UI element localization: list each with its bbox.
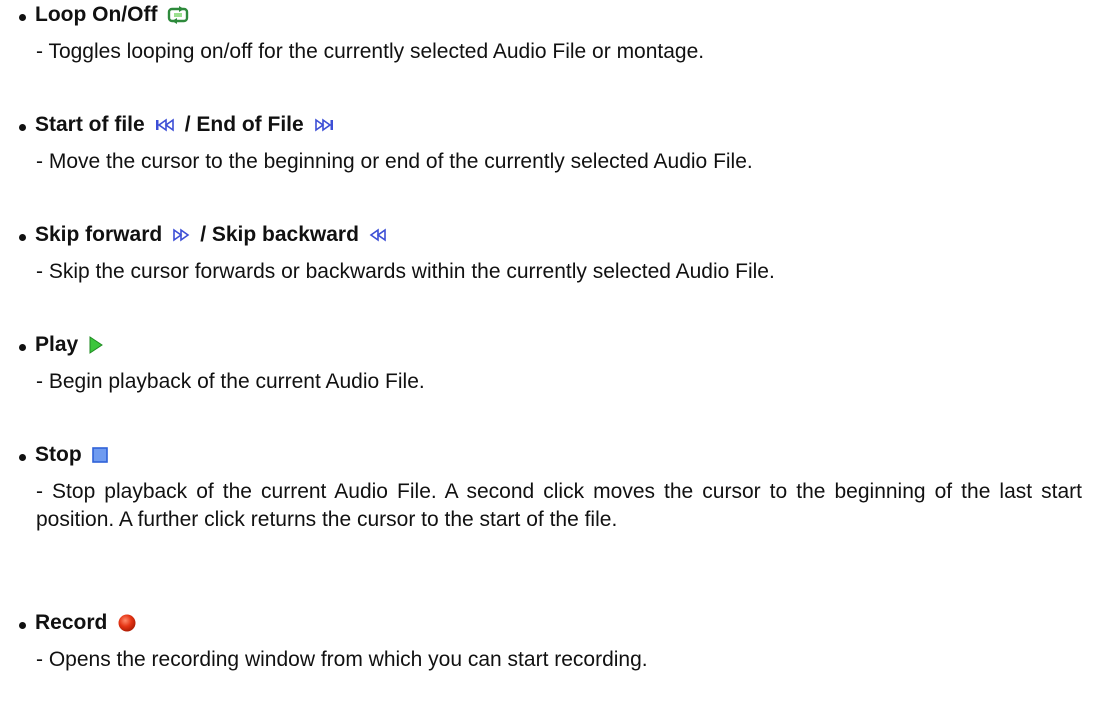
item-label: Play xyxy=(35,333,79,356)
record-icon xyxy=(117,613,137,633)
item-label-secondary: / End of File xyxy=(184,113,304,136)
item-description: - Begin playback of the current Audio Fi… xyxy=(36,370,425,393)
bullet xyxy=(19,123,26,131)
item-description: - Opens the recording window from which … xyxy=(36,648,648,671)
skip-forward-icon xyxy=(172,228,190,242)
skip-backward-icon xyxy=(369,228,387,242)
item-description: - Stop playback of the current Audio Fil… xyxy=(36,480,1082,531)
item-label: Record xyxy=(35,611,108,634)
loop-icon xyxy=(167,6,189,24)
bullet xyxy=(19,621,26,629)
start-of-file-icon xyxy=(155,118,175,132)
bullet xyxy=(19,343,26,351)
item-heading: Start of file / End of File xyxy=(19,110,334,140)
play-icon xyxy=(88,336,104,354)
item-label-secondary: / Skip backward xyxy=(200,223,359,246)
item-heading: Loop On/Off xyxy=(19,0,189,30)
bullet xyxy=(19,13,26,21)
item-heading: Record xyxy=(19,608,137,638)
end-of-file-icon xyxy=(314,118,334,132)
item-label: Start of file xyxy=(35,113,145,136)
item-description: - Toggles looping on/off for the current… xyxy=(36,40,705,63)
item-heading: Play xyxy=(19,330,104,360)
item-heading: Stop xyxy=(19,440,108,470)
item-label: Skip forward xyxy=(35,223,163,246)
item-label: Loop On/Off xyxy=(35,3,158,26)
item-heading: Skip forward / Skip backward xyxy=(19,220,387,250)
item-description: - Move the cursor to the beginning or en… xyxy=(36,150,753,173)
item-label: Stop xyxy=(35,443,82,466)
bullet xyxy=(19,453,26,461)
bullet xyxy=(19,233,26,241)
stop-icon xyxy=(91,447,108,463)
item-description: - Skip the cursor forwards or backwards … xyxy=(36,260,775,283)
